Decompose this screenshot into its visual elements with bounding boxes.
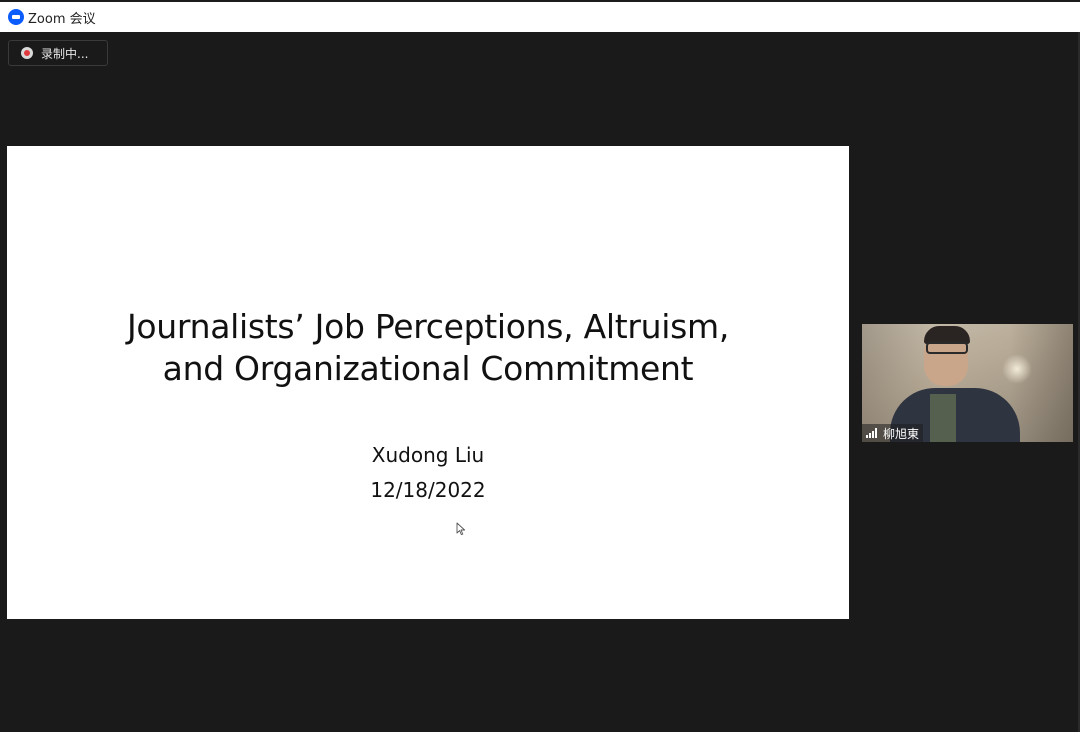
slide-title: Journalists’ Job Perceptions, Altruism, … xyxy=(7,306,849,390)
recording-indicator[interactable]: 录制中... xyxy=(8,40,108,66)
participant-name: 柳旭東 xyxy=(883,426,920,441)
slide-title-line-2: and Organizational Commitment xyxy=(162,349,694,388)
signal-strength-icon xyxy=(866,428,878,438)
recording-icon xyxy=(21,47,33,59)
slide-date: 12/18/2022 xyxy=(370,478,486,502)
participant-name-tag: 柳旭東 xyxy=(862,424,924,442)
participant-video-tile[interactable]: 柳旭東 xyxy=(862,324,1073,442)
shared-screen-slide: Journalists’ Job Perceptions, Altruism, … xyxy=(7,146,849,619)
zoom-logo-icon xyxy=(8,9,24,25)
title-bar: Zoom 会议 xyxy=(0,0,1080,32)
zoom-meeting-window: Zoom 会议 录制中... Journalists’ Job Percepti… xyxy=(0,0,1080,732)
cursor-icon xyxy=(456,522,466,536)
window-title: Zoom 会议 xyxy=(28,11,96,27)
slide-title-line-1: Journalists’ Job Perceptions, Altruism, xyxy=(126,307,730,346)
slide-author: Xudong Liu xyxy=(371,443,485,467)
recording-label: 录制中... xyxy=(41,46,89,61)
